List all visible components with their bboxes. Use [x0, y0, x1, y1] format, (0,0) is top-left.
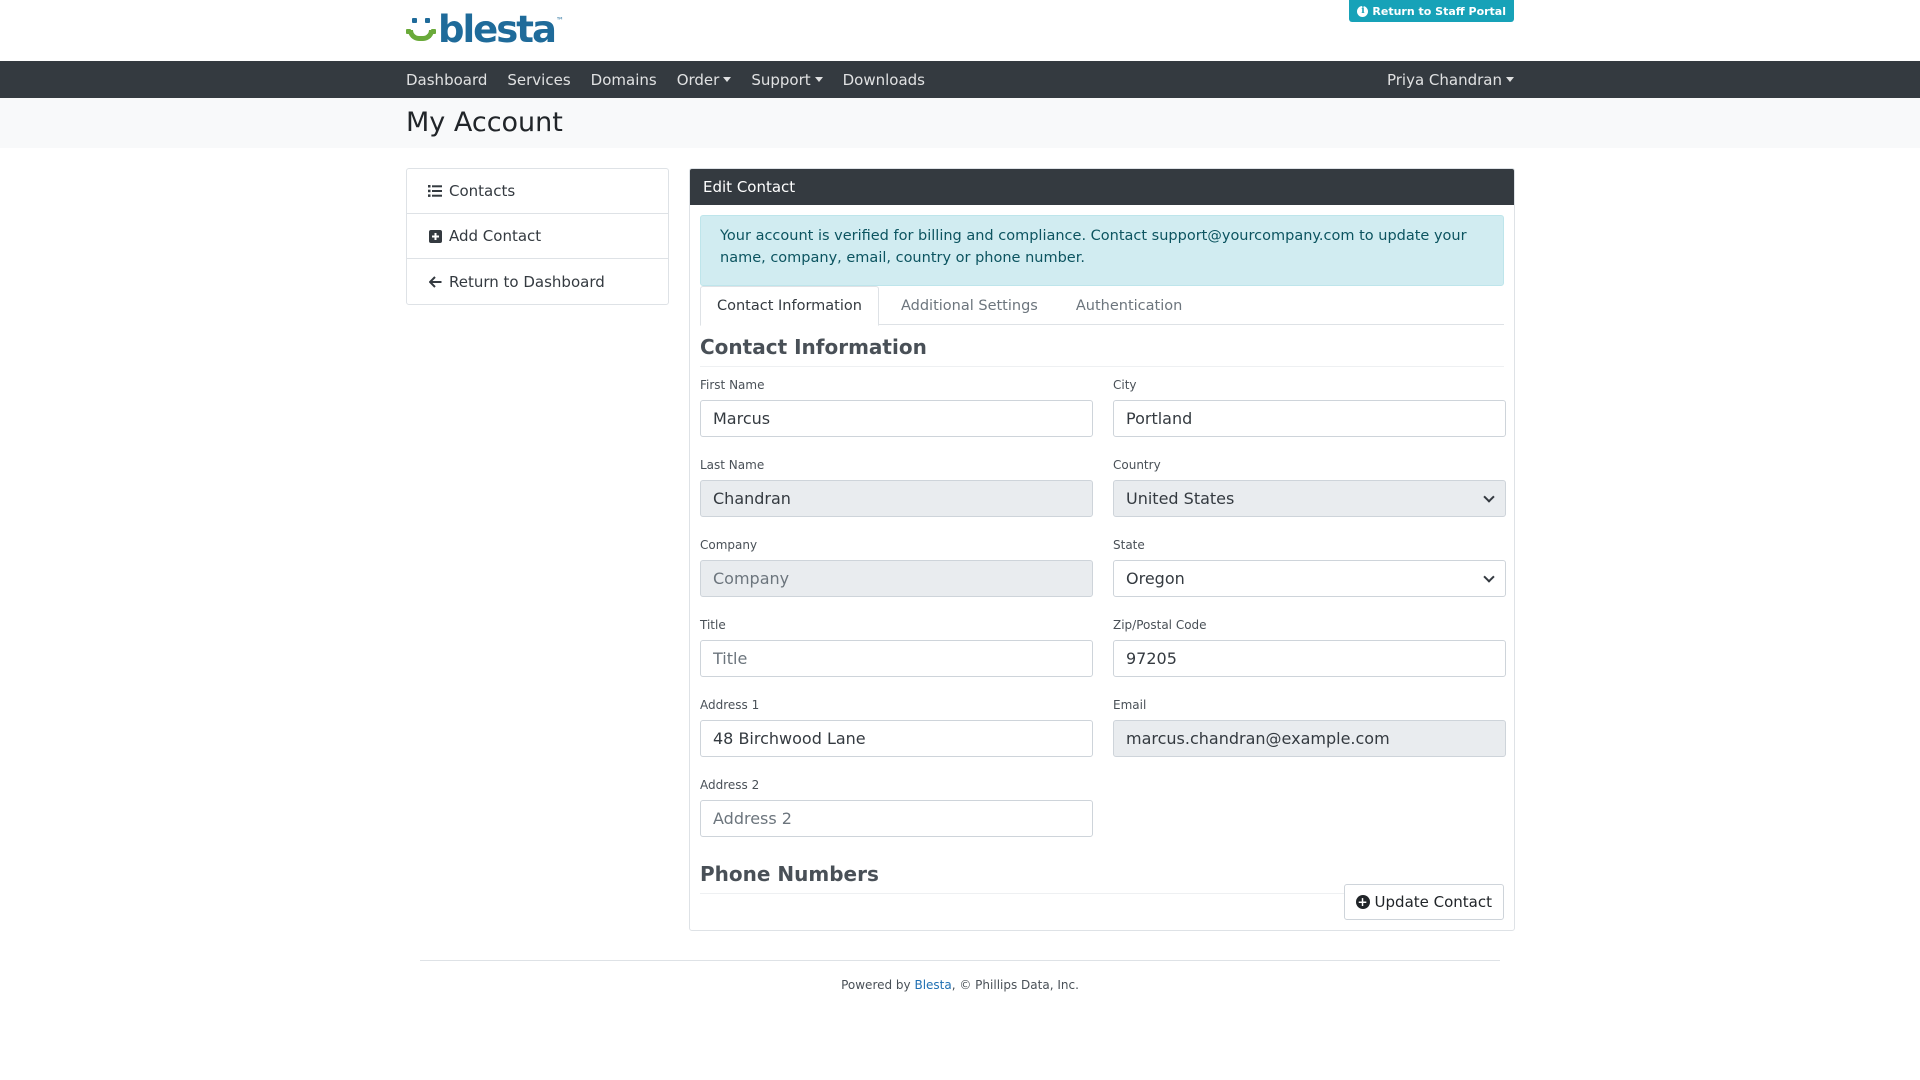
user-menu-dropdown[interactable]: Priya Chandran [1387, 71, 1514, 89]
country-value: United States [1126, 489, 1235, 508]
company-input[interactable] [700, 560, 1093, 597]
footer-divider [420, 960, 1500, 961]
nav-services[interactable]: Services [507, 71, 570, 89]
nav-domains[interactable]: Domains [591, 71, 657, 89]
staff-portal-label: Return to Staff Portal [1372, 4, 1506, 18]
sidebar-item-label: Return to Dashboard [449, 272, 605, 291]
address1-input[interactable] [700, 720, 1093, 757]
country-label: Country [1113, 458, 1161, 472]
state-label: State [1113, 538, 1145, 552]
header: blesta ™ i Return to Staff Portal [0, 0, 1920, 61]
section-title: Contact Information [700, 335, 1504, 367]
caret-down-icon [1506, 77, 1514, 82]
city-input[interactable] [1113, 400, 1506, 437]
logo-trademark: ™ [555, 16, 564, 25]
zip-input[interactable] [1113, 640, 1506, 677]
nav-domains-label: Domains [590, 70, 657, 89]
footer-prefix: Powered by [841, 978, 915, 992]
tab-authentication[interactable]: Authentication [1060, 286, 1198, 325]
footer-text: Powered by Blesta, © Phillips Data, Inc. [0, 978, 1920, 992]
nav-support-dropdown[interactable]: Support [751, 70, 823, 89]
logo-wordmark: blesta [438, 8, 557, 51]
verified-account-alert: Your account is verified for billing and… [700, 215, 1504, 286]
chevron-down-icon [1483, 570, 1495, 583]
contact-tabs: Contact Information Additional Settings … [700, 286, 1504, 326]
sidebar-item-contacts[interactable]: Contacts [407, 169, 668, 214]
return-to-staff-portal-button[interactable]: i Return to Staff Portal [1349, 0, 1514, 22]
zip-label: Zip/Postal Code [1113, 618, 1207, 632]
update-contact-button[interactable]: + Update Contact [1343, 884, 1504, 920]
blesta-logo-mark [406, 12, 438, 48]
country-select[interactable]: United States [1113, 480, 1506, 517]
city-label: City [1113, 378, 1137, 392]
panel-title: Edit Contact [690, 169, 1514, 205]
plus-circle-icon: + [1355, 895, 1370, 909]
sidebar-item-return-dashboard[interactable]: Return to Dashboard [407, 259, 668, 304]
nav-downloads[interactable]: Downloads [843, 71, 925, 89]
first-name-label: First Name [700, 378, 765, 392]
chevron-down-icon [1483, 490, 1495, 503]
title-label: Title [700, 618, 726, 632]
nav-order-label: Order [676, 70, 720, 89]
email-label: Email [1113, 698, 1147, 712]
address1-label: Address 1 [700, 698, 760, 712]
email-input[interactable] [1113, 720, 1506, 757]
nav-dashboard-label: Dashboard [406, 70, 488, 89]
blesta-link[interactable]: Blesta [914, 978, 951, 992]
sidebar-item-label: Contacts [449, 182, 516, 200]
footer-suffix: , © Phillips Data, Inc. [951, 978, 1079, 992]
first-name-input[interactable] [700, 400, 1093, 437]
nav-dashboard[interactable]: Dashboard [406, 71, 487, 89]
title-band: My Account [0, 98, 1920, 148]
nav-services-label: Services [507, 70, 571, 89]
main-navbar: Dashboard Services Domains Order Support… [0, 61, 1920, 98]
update-contact-label: Update Contact [1374, 893, 1492, 911]
caret-down-icon [814, 77, 823, 82]
nav-support-label: Support [751, 70, 811, 89]
tab-contact-information[interactable]: Contact Information [700, 286, 879, 326]
address2-label: Address 2 [700, 778, 760, 792]
list-icon [428, 184, 442, 198]
company-label: Company [700, 538, 758, 552]
plus-square-icon [428, 229, 442, 243]
caret-down-icon [723, 77, 732, 82]
footer: Powered by Blesta, © Phillips Data, Inc. [0, 960, 1920, 992]
form-right-column: City Country United States State Oreg [1113, 378, 1506, 858]
arrow-left-icon [428, 275, 442, 289]
nav-downloads-label: Downloads [842, 70, 926, 89]
last-name-label: Last Name [700, 458, 765, 472]
tab-additional-settings[interactable]: Additional Settings [885, 286, 1054, 325]
main-content: Contacts Add Contact Return to Dashboard… [406, 148, 1515, 931]
form-left-column: First Name Last Name Company Title [700, 378, 1093, 858]
sidebar: Contacts Add Contact Return to Dashboard [406, 168, 669, 305]
user-name: Priya Chandran [1386, 70, 1502, 89]
blesta-logo[interactable]: blesta ™ [406, 8, 564, 51]
nav-order-dropdown[interactable]: Order [677, 71, 732, 89]
address2-input[interactable] [700, 800, 1093, 837]
title-input[interactable] [700, 640, 1093, 677]
edit-contact-panel: Edit Contact Your account is verified fo… [689, 168, 1515, 931]
state-value: Oregon [1126, 569, 1185, 588]
sidebar-item-label: Add Contact [449, 227, 542, 245]
last-name-input[interactable] [700, 480, 1093, 517]
info-circle-icon: i [1357, 5, 1369, 17]
page-title: My Account [406, 107, 563, 138]
state-select[interactable]: Oregon [1113, 560, 1506, 597]
sidebar-item-add-contact[interactable]: Add Contact [407, 214, 668, 259]
